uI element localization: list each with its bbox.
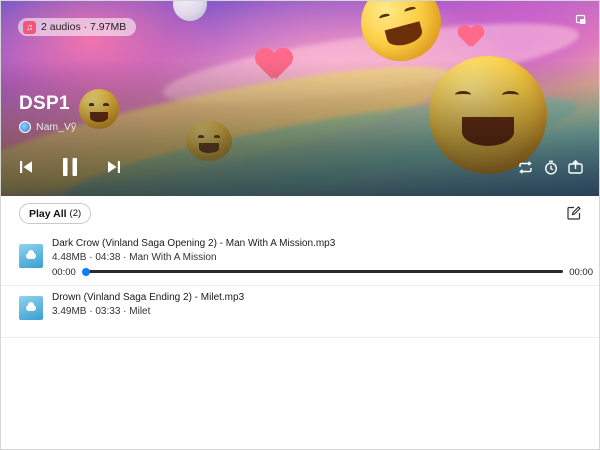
track-title: Drown (Vinland Saga Ending 2) - Milet.mp… [52,292,245,303]
track-thumbnail [19,296,43,320]
track-row[interactable]: Drown (Vinland Saga Ending 2) - Milet.mp… [1,286,599,338]
playlist-owner[interactable]: Nam_Vỹ [19,121,76,133]
track-meta: 3.49MB · 03:33 · Milet [52,306,151,317]
track-list: Dark Crow (Vinland Saga Opening 2) - Man… [1,232,599,338]
seek-handle[interactable] [82,267,90,276]
mini-player-button[interactable] [575,13,587,25]
export-icon [567,160,583,174]
play-all-count: (2) [69,208,82,219]
play-all-button[interactable]: Play All (2) [19,203,92,224]
seek-bar[interactable] [82,267,563,276]
pause-button[interactable] [59,156,81,178]
export-button[interactable] [566,156,584,178]
list-toolbar: Play All (2) [1,196,599,232]
playlist-title: DSP1 [19,93,70,114]
avatar [19,121,31,133]
audio-summary-chip: ♫ 2 audios · 7.97MB [18,18,137,36]
album-art-header: ♫ 2 audios · 7.97MB DSP1 Nam_Vỹ [1,1,599,196]
edit-button[interactable] [567,206,581,220]
next-button[interactable] [106,156,122,178]
cloud-icon [26,250,36,259]
end-time: 00:00 [569,267,593,278]
music-note-icon: ♫ [23,20,36,34]
previous-button[interactable] [18,156,34,178]
track-row[interactable]: Dark Crow (Vinland Saga Opening 2) - Man… [1,232,599,286]
timer-icon [544,160,558,175]
owner-name: Nam_Vỹ [36,121,77,133]
play-all-label: Play All [29,207,67,220]
skip-previous-icon [20,161,32,173]
repeat-icon [518,160,532,174]
track-meta: 4.48MB · 04:38 · Man With A Mission [52,252,217,263]
pause-icon [63,158,77,176]
cloud-icon [26,302,36,311]
track-title: Dark Crow (Vinland Saga Opening 2) - Man… [52,238,336,249]
mini-player-icon [575,14,586,24]
skip-next-icon [108,161,120,173]
player-window: ♫ 2 audios · 7.97MB DSP1 Nam_Vỹ Play All… [0,0,600,450]
repeat-button[interactable] [516,156,534,178]
edit-icon [567,206,581,220]
sleep-timer-button[interactable] [542,156,560,178]
track-thumbnail [19,244,43,268]
current-time: 00:00 [52,267,76,278]
audio-summary-label: 2 audios · 7.97MB [41,21,127,33]
